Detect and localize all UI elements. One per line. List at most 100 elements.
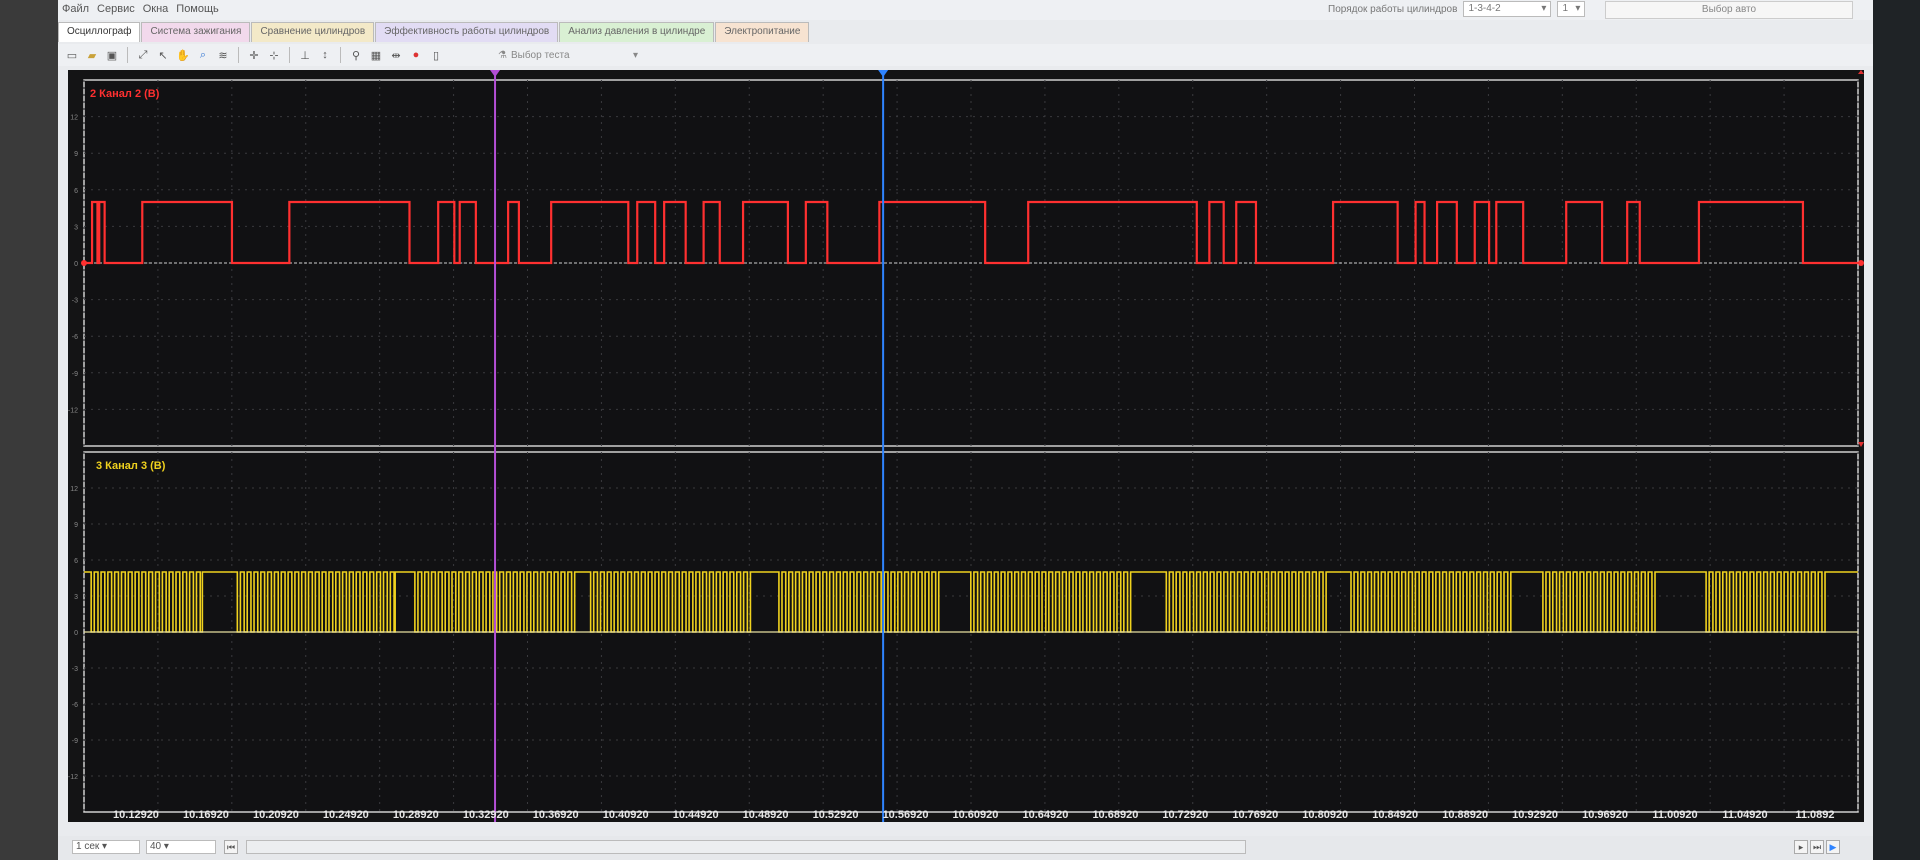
x-tick-label: 10.28920	[393, 809, 439, 821]
cursor-icon[interactable]: ↖	[155, 47, 171, 63]
record-icon[interactable]: ●	[408, 47, 424, 63]
y-tick-label: 12	[70, 486, 78, 493]
channel-3-label: 3 Канал 3 (В)	[96, 460, 166, 472]
split-icon[interactable]: ⇹	[388, 47, 404, 63]
autoscale-icon[interactable]: ≋	[215, 47, 231, 63]
x-tick-label: 10.56920	[883, 809, 929, 821]
x-tick-label: 11.00920	[1652, 809, 1697, 821]
toolbar: ▭ ▰ ▣ ⤢ ↖ ✋ ⌕ ≋ ✛ ⊹ ⊥ ↕ ⚲ ▦ ⇹ ● ▯ ⚗ Выбо…	[58, 44, 1873, 66]
y-tick-label: 9	[74, 151, 78, 158]
x-tick-label: 10.76920	[1232, 809, 1278, 821]
new-file-icon[interactable]: ▭	[64, 47, 80, 63]
y-tick-label: 6	[74, 558, 78, 565]
divisions-select[interactable]: 40 ▾	[146, 840, 216, 854]
firing-order-value: 1-3-4-2	[1468, 3, 1501, 14]
menu-file[interactable]: Файл	[58, 0, 93, 18]
cursor-blue-handle	[878, 70, 889, 77]
cursor-purple-handle	[490, 70, 501, 77]
time-scrollbar[interactable]	[246, 840, 1246, 854]
x-tick-label: 10.68920	[1092, 809, 1138, 821]
x-tick-label: 10.12920	[113, 809, 159, 821]
channel-2-end-marker	[1858, 260, 1864, 266]
y-tick-label: 3	[74, 594, 78, 601]
x-tick-label: 10.40920	[603, 809, 649, 821]
y-tick-label: -3	[72, 666, 78, 673]
y-tick-label: 0	[74, 630, 78, 637]
y-tick-label: 3	[74, 224, 78, 231]
channel-2-start-marker	[81, 260, 87, 266]
cylinder-value: 1	[1562, 3, 1568, 14]
timebase-select[interactable]: 1 сек ▾	[72, 840, 140, 854]
y-tick-label: 9	[74, 522, 78, 529]
tab-strip: Осциллограф Система зажигания Сравнение …	[58, 22, 810, 42]
marker-icon[interactable]: ↕	[317, 47, 333, 63]
toolbar-divider	[238, 47, 239, 63]
menu-help[interactable]: Помощь	[172, 0, 223, 18]
scroll-down-icon	[1858, 442, 1864, 447]
menu-service[interactable]: Сервис	[93, 0, 139, 18]
tab-cylinder-compare[interactable]: Сравнение цилиндров	[251, 22, 375, 42]
y-tick-label: -6	[72, 702, 78, 709]
hand-pan-icon[interactable]: ✋	[175, 47, 191, 63]
menu-bar: Файл Сервис Окна Помощь	[58, 0, 1873, 20]
chevron-down-icon: ▾	[1575, 3, 1581, 14]
tab-power-supply[interactable]: Электропитание	[715, 22, 810, 42]
save-icon[interactable]: ▣	[104, 47, 120, 63]
table-icon[interactable]: ▦	[368, 47, 384, 63]
x-tick-label: 11.04920	[1722, 809, 1767, 821]
x-tick-label: 10.80920	[1302, 809, 1348, 821]
x-tick-label: 10.32920	[463, 809, 509, 821]
x-tick-label: 10.44920	[673, 809, 719, 821]
x-tick-label: 11.0892	[1795, 809, 1834, 821]
test-select-label: Выбор теста	[510, 49, 570, 61]
car-select-button[interactable]: Выбор авто	[1605, 1, 1853, 19]
chevron-down-icon: ▾	[632, 49, 638, 61]
monitor-bezel-left	[0, 0, 58, 860]
chevron-down-icon: ▾	[1541, 3, 1547, 14]
cylinder-select[interactable]: 1 ▾	[1557, 1, 1586, 17]
y-tick-label: -9	[72, 738, 78, 745]
cross-cursor-icon[interactable]: ✛	[246, 47, 262, 63]
page-icon[interactable]: ▯	[428, 47, 444, 63]
x-tick-label: 10.20920	[253, 809, 299, 821]
open-folder-icon[interactable]: ▰	[84, 47, 100, 63]
tab-ignition-system[interactable]: Система зажигания	[141, 22, 251, 42]
y-tick-label: 6	[74, 188, 78, 195]
oscilloscope-canvas[interactable]: 12 9 6 3 0 -3 -6 -9 -12 12 9 6 3 0 -3 -6 -9 -12 10.12920 10…	[68, 70, 1864, 822]
filter-icon[interactable]: ⚲	[348, 47, 364, 63]
x-tick-label: 10.24920	[323, 809, 369, 821]
y-tick-label: -9	[72, 371, 78, 378]
tab-cylinder-efficiency[interactable]: Эффективность работы цилиндров	[375, 22, 559, 42]
go-start-icon[interactable]: ⏮	[224, 840, 238, 854]
x-tick-label: 10.60920	[953, 809, 999, 821]
y-tick-label: -6	[72, 334, 78, 341]
zoom-icon[interactable]: ⌕	[195, 47, 211, 63]
step-forward-icon[interactable]: ▸	[1794, 840, 1808, 854]
x-tick-label: 10.96920	[1582, 809, 1628, 821]
oscilloscope-plot[interactable]: 12 9 6 3 0 -3 -6 -9 -12 12 9 6 3 0 -3 -6 -9 -12 10.12920 10…	[68, 70, 1864, 822]
center-icon[interactable]: ⊹	[266, 47, 282, 63]
tab-oscilloscope[interactable]: Осциллограф	[58, 22, 141, 42]
x-tick-label: 10.72920	[1162, 809, 1208, 821]
test-select[interactable]: ⚗ Выбор теста ▾	[498, 47, 638, 63]
fit-icon[interactable]: ⤢	[135, 47, 151, 63]
x-tick-label: 10.88920	[1442, 809, 1488, 821]
x-tick-label: 10.92920	[1512, 809, 1558, 821]
tab-pressure-analysis[interactable]: Анализ давления в цилиндре	[559, 22, 715, 42]
x-tick-label: 10.84920	[1372, 809, 1418, 821]
measure-icon[interactable]: ⊥	[297, 47, 313, 63]
x-tick-label: 10.48920	[743, 809, 789, 821]
x-tick-label: 10.16920	[183, 809, 229, 821]
y-tick-label: 12	[70, 115, 78, 122]
x-tick-label: 10.36920	[533, 809, 579, 821]
go-end-icon[interactable]: ⏭	[1810, 840, 1824, 854]
y-tick-label: -3	[72, 298, 78, 305]
y-tick-label: 0	[74, 261, 78, 268]
flask-icon: ⚗	[498, 49, 507, 61]
menu-windows[interactable]: Окна	[139, 0, 173, 18]
channel-2-label: 2 Канал 2 (В)	[90, 88, 160, 100]
firing-order-controls: Порядок работы цилиндров 1-3-4-2 ▾ 1 ▾	[1328, 1, 1586, 17]
play-icon[interactable]: ▶	[1826, 840, 1840, 854]
status-bar: 1 сек ▾ 40 ▾ ⏮ ▸ ⏭ ▶	[58, 836, 1873, 860]
firing-order-select[interactable]: 1-3-4-2 ▾	[1463, 1, 1552, 17]
